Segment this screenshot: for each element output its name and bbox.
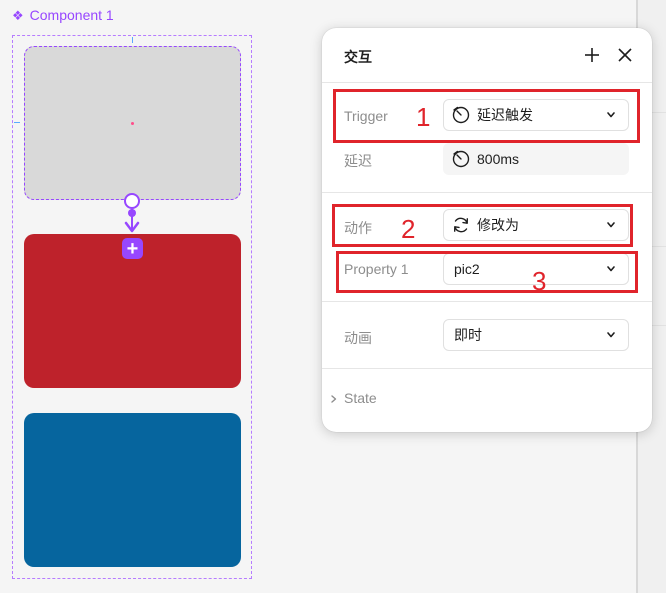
annotation-box-1 — [333, 89, 640, 143]
prototype-connector-handle[interactable] — [124, 193, 140, 209]
state-section-toggle[interactable]: State — [344, 390, 377, 406]
component-label[interactable]: ❖ Component 1 — [12, 5, 114, 25]
animation-value: 即时 — [454, 327, 482, 343]
component-name: Component 1 — [29, 7, 114, 23]
blue-card[interactable] — [24, 413, 241, 567]
divider — [322, 82, 652, 83]
divider — [322, 368, 652, 369]
divider — [322, 192, 652, 193]
annotation-box-2 — [332, 204, 633, 247]
animation-label: 动画 — [344, 330, 372, 346]
divider — [322, 301, 652, 302]
panel-title: 交互 — [344, 49, 372, 65]
delay-label: 延迟 — [344, 153, 372, 169]
center-marker — [131, 122, 134, 125]
delay-field[interactable]: 800ms — [443, 143, 629, 175]
annotation-number-1: 1 — [416, 102, 431, 132]
chevron-right-icon[interactable] — [330, 394, 338, 404]
component-icon: ❖ — [12, 7, 24, 23]
guide-tick — [132, 37, 133, 43]
prototype-connector-dot — [128, 209, 136, 217]
add-interaction-button[interactable]: + — [122, 238, 143, 259]
guide-tick — [14, 122, 20, 123]
chevron-down-icon — [607, 332, 615, 338]
arrow-down-icon — [124, 221, 140, 233]
annotation-number-3: 3 — [532, 266, 547, 296]
panel-header: 交互 — [322, 28, 652, 82]
annotation-number-2: 2 — [401, 214, 416, 244]
annotation-box-3 — [336, 251, 638, 293]
close-icon[interactable] — [614, 44, 636, 66]
plus-icon[interactable] — [581, 44, 603, 66]
timer-icon — [452, 150, 470, 168]
animation-select[interactable]: 即时 — [443, 319, 629, 351]
delay-value: 800ms — [477, 151, 520, 167]
